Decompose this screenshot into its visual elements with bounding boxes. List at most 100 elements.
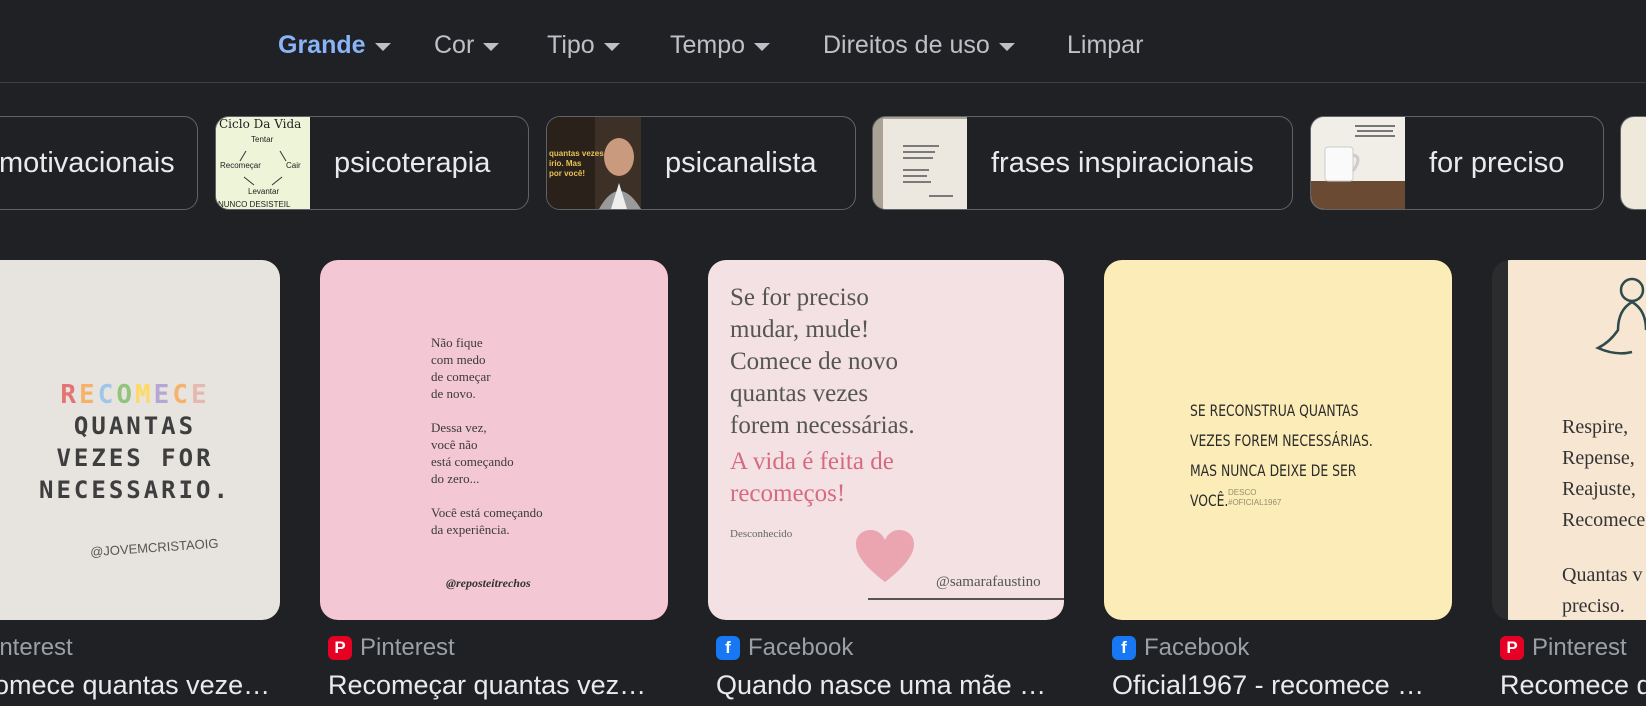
chevron-down-icon: [754, 42, 771, 51]
image-headline: RECOMECE: [10, 380, 260, 410]
thumb-item: Levantar: [248, 187, 280, 196]
quote-line: quantas vezes: [730, 380, 869, 407]
chip-label: psicanalista: [665, 146, 817, 179]
quote-line: Comece de novo: [730, 348, 899, 375]
quote-line: Respire,: [1562, 416, 1629, 438]
thumb-item: Cair: [286, 161, 301, 170]
result-source[interactable]: P Pinterest: [1500, 632, 1627, 664]
chip-thumbnail: Ciclo Da Vida Tentar Recomeçar Cair Leva…: [216, 117, 310, 209]
quote-line: Se for preciso: [730, 284, 869, 311]
result-source[interactable]: f Facebook: [716, 632, 853, 664]
headline-letter: E: [79, 380, 98, 410]
image-handle: @reposteitrechos: [446, 576, 531, 590]
clear-filters-button[interactable]: Limpar: [1067, 28, 1143, 62]
image-signature: DESCO #OFICIAL1967: [1228, 488, 1282, 507]
quote-line: Reajuste,: [1562, 478, 1636, 500]
pinterest-icon: P: [328, 636, 352, 660]
quote-line: VEZES FOR: [56, 444, 214, 472]
result-source[interactable]: P Pinterest: [328, 632, 455, 664]
headline-letter: E: [153, 380, 173, 410]
result-source[interactable]: f Facebook: [1112, 632, 1249, 664]
pinterest-icon: P: [1500, 636, 1524, 660]
chevron-down-icon: [483, 42, 500, 51]
chip-for-preciso[interactable]: for preciso: [1310, 116, 1604, 210]
headline-letter: M: [135, 380, 154, 410]
clear-filters-label: Limpar: [1067, 30, 1144, 59]
facebook-icon: f: [716, 636, 740, 660]
chip-frases-inspiracionais[interactable]: frases inspiracionais: [872, 116, 1293, 210]
filter-color-label: Cor: [434, 30, 475, 59]
result-source[interactable]: interest: [0, 632, 73, 664]
chevron-down-icon: [998, 42, 1015, 51]
chip-thumbnail: [1311, 117, 1405, 209]
rainbow-word: RECOMECE: [60, 380, 209, 410]
thumb-text: por você!: [549, 169, 586, 178]
quote-line: MAS NUNCA DEIXE DE SER: [1190, 461, 1357, 480]
filter-color[interactable]: Cor: [434, 28, 500, 62]
quote-highlight: recomeços!: [730, 480, 846, 507]
result-image[interactable]: Não fique com medo de começar de novo. D…: [320, 260, 668, 620]
quote-line: NECESSARIO.: [39, 476, 231, 504]
filter-size[interactable]: Grande: [278, 28, 391, 62]
quote-line: Repense,: [1562, 447, 1635, 469]
result-image[interactable]: SE RECONSTRUA QUANTAS VEZES FOREM NECESS…: [1104, 260, 1452, 620]
image-author: Desconhecido: [730, 528, 793, 540]
image-handle: @JOVEMCRISTAOIG: [89, 535, 219, 560]
result-image[interactable]: RECOMECE QUANTAS VEZES FOR NECESSARIO. @…: [0, 260, 280, 620]
filter-time[interactable]: Tempo: [670, 28, 771, 62]
quote-line: VOCÊ.: [1190, 491, 1229, 510]
source-name: Pinterest: [1532, 634, 1627, 661]
image-quote: Não fique com medo de começar de novo. D…: [431, 334, 631, 538]
image-quote: SE RECONSTRUA QUANTAS VEZES FOREM NECESS…: [1190, 396, 1373, 516]
quote-highlight: A vida é feita de: [730, 448, 894, 475]
book-page-thumbnail: [873, 117, 967, 209]
source-name: Pinterest: [360, 634, 455, 661]
filter-type[interactable]: Tipo: [547, 28, 620, 62]
facebook-icon: f: [1112, 636, 1136, 660]
headline-letter: O: [116, 380, 135, 410]
thumb-item: Tentar: [251, 135, 274, 144]
quote-line: forem necessárias.: [730, 412, 915, 439]
quote-line: Quantas v: [1562, 564, 1643, 586]
thumb-text: quantas vezes: [549, 149, 604, 158]
quote-paragraph: Dessa vez, você não está começando do ze…: [431, 420, 514, 486]
result-title[interactable]: Quando nasce uma mãe …: [716, 670, 1064, 706]
mug-photo-thumbnail: [1311, 117, 1405, 209]
image-quote: QUANTAS VEZES FOR NECESSARIO.: [10, 410, 260, 506]
filter-usage-rights-label: Direitos de uso: [823, 30, 990, 59]
source-name: interest: [0, 634, 73, 661]
chip-psicoterapia[interactable]: Ciclo Da Vida Tentar Recomeçar Cair Leva…: [215, 116, 529, 210]
heart-icon: [856, 530, 914, 582]
image-quote: Se for preciso mudar, mude! Comece de no…: [730, 282, 915, 510]
result-title[interactable]: Oficial1967 - recomece …: [1112, 670, 1452, 706]
chip-motivacionais[interactable]: motivacionais: [0, 116, 198, 210]
filter-type-label: Tipo: [547, 30, 595, 59]
chip-label: frases inspiracionais: [991, 146, 1254, 179]
result-image[interactable]: Respire, Repense, Reajuste, Recomece Qua…: [1492, 260, 1646, 620]
chip-psicanalista[interactable]: quantas vezes irio. Mas por você! psican…: [546, 116, 856, 210]
chevron-down-icon: [603, 42, 620, 51]
headline-letter: R: [60, 380, 80, 410]
quote-line: mudar, mude!: [730, 316, 870, 343]
result-image[interactable]: Se for preciso mudar, mude! Comece de no…: [708, 260, 1064, 620]
thumb-text: irio. Mas: [549, 159, 582, 168]
quote-line: SE RECONSTRUA QUANTAS: [1190, 401, 1359, 420]
filter-usage-rights[interactable]: Direitos de uso: [823, 28, 1015, 62]
filter-toolbar: Grande Cor Tipo Tempo Direitos de uso Li…: [0, 0, 1646, 83]
chip-thumbnail: [873, 117, 967, 209]
chevron-down-icon: [374, 42, 391, 51]
thumb-title: Ciclo Da Vida: [219, 117, 302, 131]
filter-size-label: Grande: [278, 30, 366, 59]
image-handle: @samarafaustino: [936, 574, 1041, 590]
thumb-item: Recomeçar: [220, 161, 261, 170]
chip-label: motivacionais: [0, 146, 175, 179]
chip-partial[interactable]: [1620, 116, 1646, 210]
result-title[interactable]: omece quantas veze…: [0, 670, 278, 706]
result-title[interactable]: Recomeçar quantas vez…: [328, 670, 668, 706]
image-search-results-page: Grande Cor Tipo Tempo Direitos de uso Li…: [0, 0, 1646, 706]
image-quote: Respire, Repense, Reajuste, Recomece Qua…: [1562, 412, 1645, 620]
result-title[interactable]: Recomece d: [1500, 670, 1646, 706]
thumb-footer: NUNCO DESISTEIL: [218, 200, 291, 209]
source-name: Facebook: [1144, 634, 1250, 661]
quote-line: VEZES FOREM NECESSÁRIAS.: [1190, 431, 1373, 450]
